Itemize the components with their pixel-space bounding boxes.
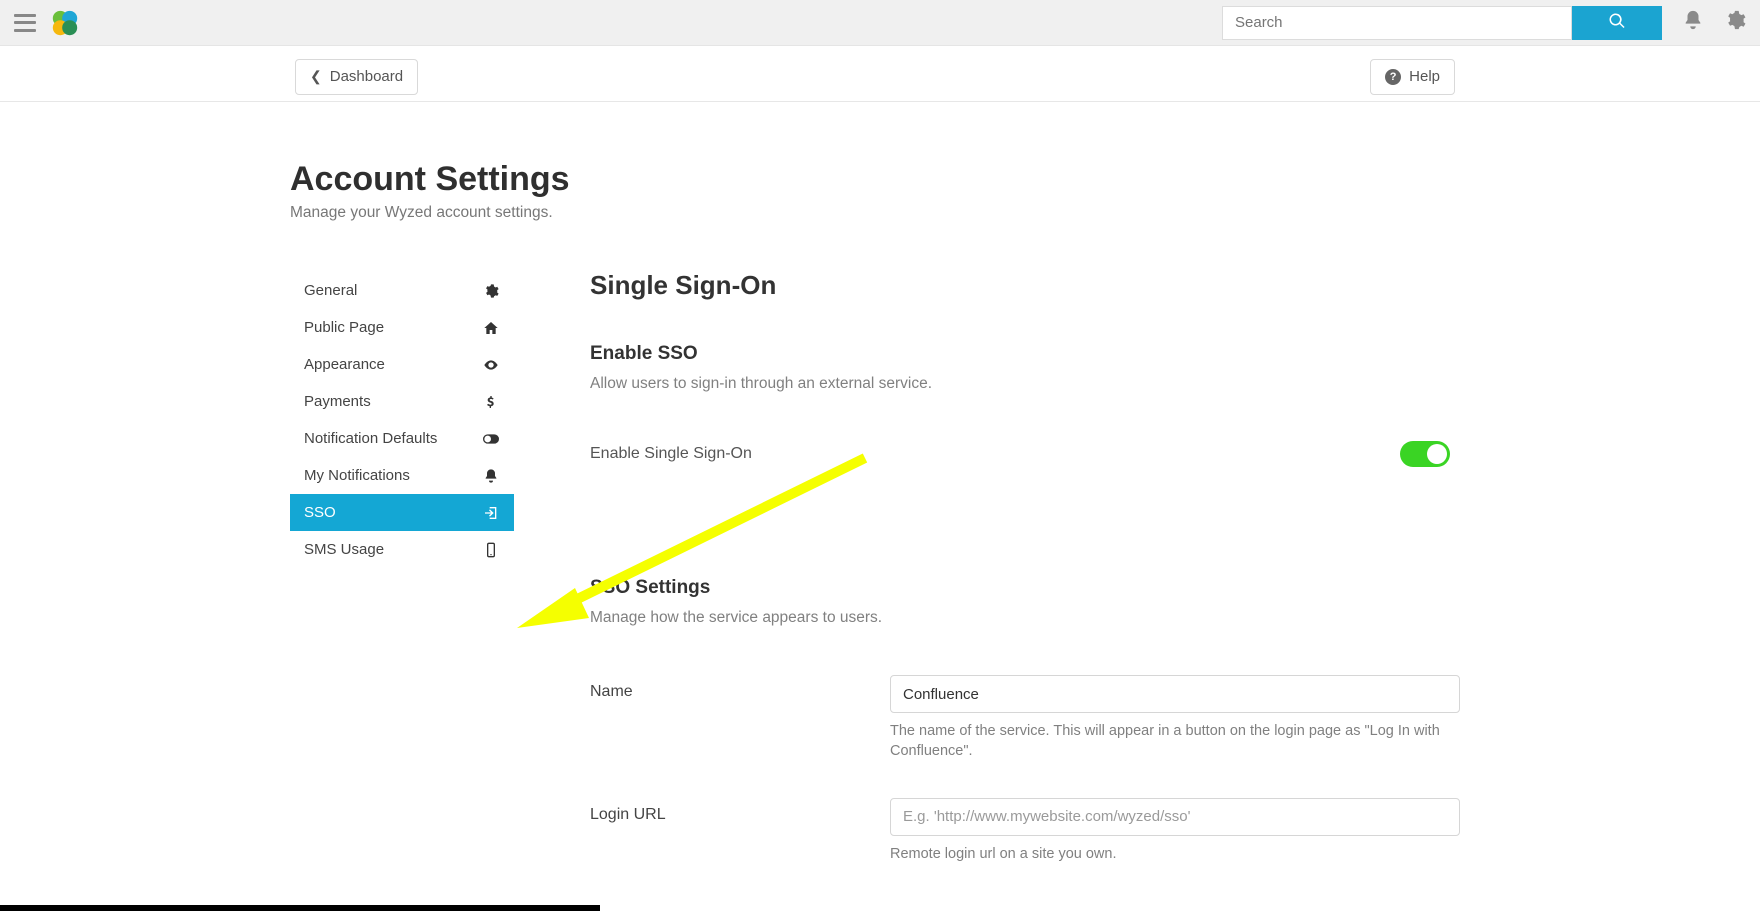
sidenav-item-appearance[interactable]: Appearance <box>290 346 514 383</box>
notifications-icon[interactable] <box>1682 9 1704 36</box>
sso-name-row: Name The name of the service. This will … <box>590 675 1460 762</box>
sso-name-help: The name of the service. This will appea… <box>890 721 1460 762</box>
sso-login-url-row: Login URL Remote login url on a site you… <box>590 798 1460 864</box>
phone-icon <box>482 542 500 558</box>
enable-sso-toggle[interactable] <box>1400 441 1450 467</box>
enable-sso-label: Enable Single Sign-On <box>590 445 752 463</box>
sidenav-item-general[interactable]: General <box>290 272 514 309</box>
enable-sso-title: Enable SSO <box>590 343 1460 365</box>
sso-login-url-input[interactable] <box>890 798 1460 836</box>
help-label: Help <box>1409 68 1440 85</box>
topbar <box>0 0 1760 46</box>
search-button[interactable] <box>1572 6 1662 40</box>
app-logo[interactable] <box>50 8 80 38</box>
dashboard-back-button[interactable]: ❮ Dashboard <box>295 59 418 95</box>
sso-name-label: Name <box>590 675 890 762</box>
sidenav-label: Appearance <box>304 356 385 373</box>
chevron-left-icon: ❮ <box>310 68 322 85</box>
sidenav-item-sso[interactable]: SSO <box>290 494 514 531</box>
sidenav-label: Payments <box>304 393 371 410</box>
login-icon <box>482 505 500 521</box>
subheader: ❮ Dashboard ? Help <box>0 46 1760 102</box>
sidenav-item-notification-defaults[interactable]: Notification Defaults <box>290 420 514 457</box>
gear-icon <box>482 283 500 299</box>
settings-sidenav: General Public Page Appearance Payments … <box>290 272 514 568</box>
search-icon <box>1608 12 1626 33</box>
toggle-icon <box>482 431 500 447</box>
sso-login-url-label: Login URL <box>590 798 890 864</box>
sidenav-label: General <box>304 282 357 299</box>
sidenav-item-payments[interactable]: Payments <box>290 383 514 420</box>
dashboard-back-label: Dashboard <box>330 68 403 85</box>
sso-settings-desc: Manage how the service appears to users. <box>590 609 1460 627</box>
settings-gear-icon[interactable] <box>1724 9 1746 36</box>
home-icon <box>482 320 500 336</box>
sidenav-item-my-notifications[interactable]: My Notifications <box>290 457 514 494</box>
page-subtitle: Manage your Wyzed account settings. <box>290 204 553 222</box>
dollar-icon <box>482 394 500 410</box>
sidenav-label: SMS Usage <box>304 541 384 558</box>
section-title: Single Sign-On <box>590 270 1460 301</box>
sidenav-item-sms-usage[interactable]: SMS Usage <box>290 531 514 568</box>
hamburger-menu-icon[interactable] <box>14 14 36 32</box>
enable-sso-desc: Allow users to sign-in through an extern… <box>590 375 1460 393</box>
search-input[interactable] <box>1222 6 1572 40</box>
sso-login-url-help: Remote login url on a site you own. <box>890 844 1460 864</box>
main-panel: Single Sign-On Enable SSO Allow users to… <box>590 270 1460 864</box>
eye-icon <box>482 357 500 373</box>
sso-settings-title: SSO Settings <box>590 577 1460 599</box>
search-box <box>1222 6 1662 40</box>
help-icon: ? <box>1385 69 1401 85</box>
sidenav-item-public-page[interactable]: Public Page <box>290 309 514 346</box>
bell-icon <box>482 468 500 484</box>
sso-name-input[interactable] <box>890 675 1460 713</box>
content: Account Settings Manage your Wyzed accou… <box>0 102 1760 911</box>
sidenav-label: Public Page <box>304 319 384 336</box>
bottom-strip <box>0 905 600 911</box>
sidenav-label: Notification Defaults <box>304 430 437 447</box>
enable-sso-row: Enable Single Sign-On <box>590 441 1450 467</box>
page-title: Account Settings <box>290 160 570 199</box>
sidenav-label: My Notifications <box>304 467 410 484</box>
sidenav-label: SSO <box>304 504 336 521</box>
help-button[interactable]: ? Help <box>1370 59 1455 95</box>
